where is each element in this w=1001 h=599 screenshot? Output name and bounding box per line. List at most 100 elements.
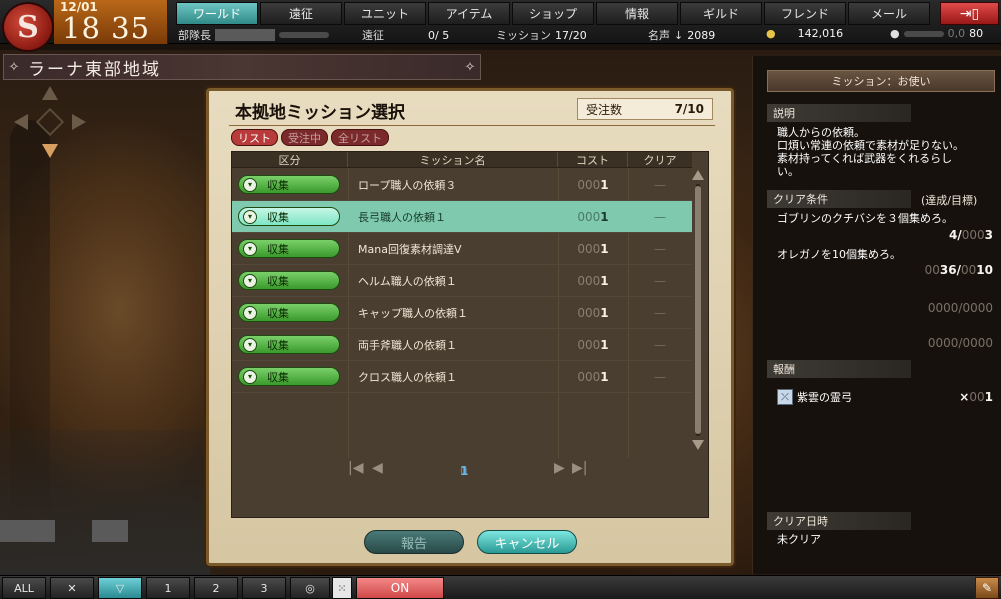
scroll-down-arrow-icon[interactable] (42, 144, 58, 158)
ornament-right-icon: ✧ (464, 59, 476, 75)
tab-item[interactable]: アイテム (428, 2, 510, 25)
cost-value: 1 (600, 305, 609, 320)
clear-date-value: 未クリア (777, 533, 821, 546)
mission-name: Mana回復素材調達Ⅴ (358, 242, 462, 256)
reward-qty-prefix: × (959, 390, 970, 404)
next-page-icon[interactable]: ▶ (554, 460, 565, 476)
description-title: 説明 (767, 104, 911, 122)
scroll-up-icon[interactable] (692, 170, 704, 180)
mission-clear: — (654, 305, 666, 320)
cond2-zero-b: 00 (961, 263, 977, 277)
compass-center-icon (35, 107, 65, 137)
filter-accepted[interactable]: 受注中 (281, 129, 328, 146)
last-page-icon[interactable]: ▶| (572, 460, 587, 476)
mission-row[interactable]: ▾ 収集 ヘルム職人の依頼１ 0001 — (232, 265, 692, 297)
toggle-on-button[interactable]: ON (356, 577, 444, 599)
unit-3-label: 3 (260, 581, 268, 595)
first-page-icon[interactable]: |◀ (348, 460, 363, 476)
map-dark-region (0, 430, 210, 575)
mission-name: ロープ職人の依頼３ (358, 178, 457, 192)
cost-value: 1 (600, 241, 609, 256)
unit-2-label: 2 (212, 581, 220, 595)
report-button[interactable]: 報告 (364, 530, 464, 554)
mission-row[interactable]: ▾ 収集 両手斧職人の依頼１ 0001 — (232, 329, 692, 361)
cancel-button[interactable]: キャンセル (477, 530, 577, 554)
rank-label: 部隊長 (178, 29, 211, 42)
dice-icon[interactable]: ⁙ (332, 577, 352, 599)
condition-1-count: 4/0003 (949, 228, 993, 242)
game-logo[interactable]: S (2, 2, 54, 52)
order-count-value: 7/10 (674, 102, 704, 116)
condition-4-count: 0000/0000 (927, 336, 993, 350)
clock: 12/01 18 35 (54, 0, 168, 45)
description-line: い。 (777, 165, 799, 178)
cond1-zero: 000 (961, 228, 985, 242)
tab-world[interactable]: ワールド (176, 2, 258, 25)
description-line: 口煩い常連の依頼で素材が足りない。 (777, 139, 964, 152)
category-cell: ▾ 収集 (232, 367, 348, 386)
ornament-left-icon: ✧ (8, 59, 20, 75)
target-icon[interactable]: ◎ (290, 577, 330, 599)
cost-value: 1 (600, 273, 609, 288)
points-orb-icon: ● (890, 27, 900, 40)
mission-clear: — (654, 241, 666, 256)
mission-label: ミッション (496, 29, 551, 42)
category-label: 収集 (267, 210, 289, 224)
mission-row[interactable]: ▾ 収集 Mana回復素材調達Ⅴ 0001 — (232, 233, 692, 265)
tab-shop[interactable]: ショップ (512, 2, 594, 25)
scroll-thumb[interactable] (695, 186, 701, 434)
mission-row[interactable]: ▾ 収集 ロープ職人の依頼３ 0001 — (232, 169, 692, 201)
unit-3-icon[interactable]: 3 (242, 577, 286, 599)
tab-mail[interactable]: メール (848, 2, 930, 25)
wrench-settings-icon[interactable]: ✎ (975, 577, 999, 599)
mission-row[interactable]: ▾ 収集 長弓職人の依頼１ 0001 — (232, 201, 692, 233)
expedition-label: 遠征 (362, 29, 384, 42)
mission-row[interactable]: ▾ 収集 キャップ職人の依頼１ 0001 — (232, 297, 692, 329)
mission-cost: 0001 (558, 370, 628, 384)
cost-zeros: 000 (577, 369, 601, 384)
scroll-up-arrow-icon[interactable] (42, 86, 58, 100)
tab-unit[interactable]: ユニット (344, 2, 426, 25)
clock-time: 18 35 (62, 11, 151, 45)
scroll-down-icon[interactable] (692, 440, 704, 450)
condition-3-count: 0000/0000 (927, 301, 993, 315)
unit-1-icon[interactable]: 1 (146, 577, 190, 599)
tab-friend[interactable]: フレンド (764, 2, 846, 25)
reward-qty-zeros: 00 (969, 390, 985, 404)
mission-select-dialog: 本拠地ミッション選択 受注数 7/10 リスト 受注中 全リスト 区分 ミッショ… (206, 88, 734, 566)
mission-clear: — (654, 177, 666, 192)
cost-zeros: 000 (577, 273, 601, 288)
filter-all-button[interactable]: ALL (2, 577, 46, 599)
scroll-right-arrow-icon[interactable] (72, 114, 86, 130)
scroll-left-arrow-icon[interactable] (14, 114, 28, 130)
mission-name: キャップ職人の依頼１ (358, 306, 468, 320)
condition-1-text: ゴブリンのクチバシを３個集めろ。 (777, 212, 953, 225)
gather-basket-icon: ▾ (243, 305, 257, 320)
exit-button[interactable]: ⇥▯ (940, 2, 999, 25)
clear-date-title: クリア日時 (767, 512, 911, 530)
clear-condition-title: クリア条件 (767, 190, 911, 208)
mission-row[interactable]: ▾ 収集 クロス職人の依頼１ 0001 — (232, 361, 692, 393)
close-x-icon[interactable]: ✕ (50, 577, 94, 599)
mission-cost: 0001 (558, 306, 628, 320)
bottom-bar: ALL ✕ ▽ 1 2 3 ◎ ⁙ ON ✎ (0, 575, 1001, 599)
prev-page-icon[interactable]: ◀ (372, 460, 383, 476)
unit-2-icon[interactable]: 2 (194, 577, 238, 599)
col-name: ミッション名 (348, 152, 558, 167)
category-label: 収集 (267, 306, 289, 320)
list-scrollbar[interactable] (691, 168, 705, 452)
party-icon[interactable]: ▽ (98, 577, 142, 599)
tab-expedition[interactable]: 遠征 (260, 2, 342, 25)
page-value: 1 (460, 464, 469, 478)
expedition-value: 0/ 5 (428, 28, 450, 42)
cost-value: 1 (600, 337, 609, 352)
gold-coins-icon: ● (766, 27, 776, 40)
pager: |◀ ◀ 01 ▶ ▶| (232, 458, 710, 480)
filter-list[interactable]: リスト (231, 129, 278, 146)
tab-guild[interactable]: ギルド (680, 2, 762, 25)
col-cost: コスト (558, 152, 628, 167)
mission-list: 区分 ミッション名 コスト クリア ▾ 収集 ロープ職人の依頼３ 0001— ▾ 収集 長弓… (231, 151, 709, 518)
gather-basket-icon: ▾ (243, 209, 257, 224)
tab-info[interactable]: 情報 (596, 2, 678, 25)
filter-all-list[interactable]: 全リスト (331, 129, 389, 146)
